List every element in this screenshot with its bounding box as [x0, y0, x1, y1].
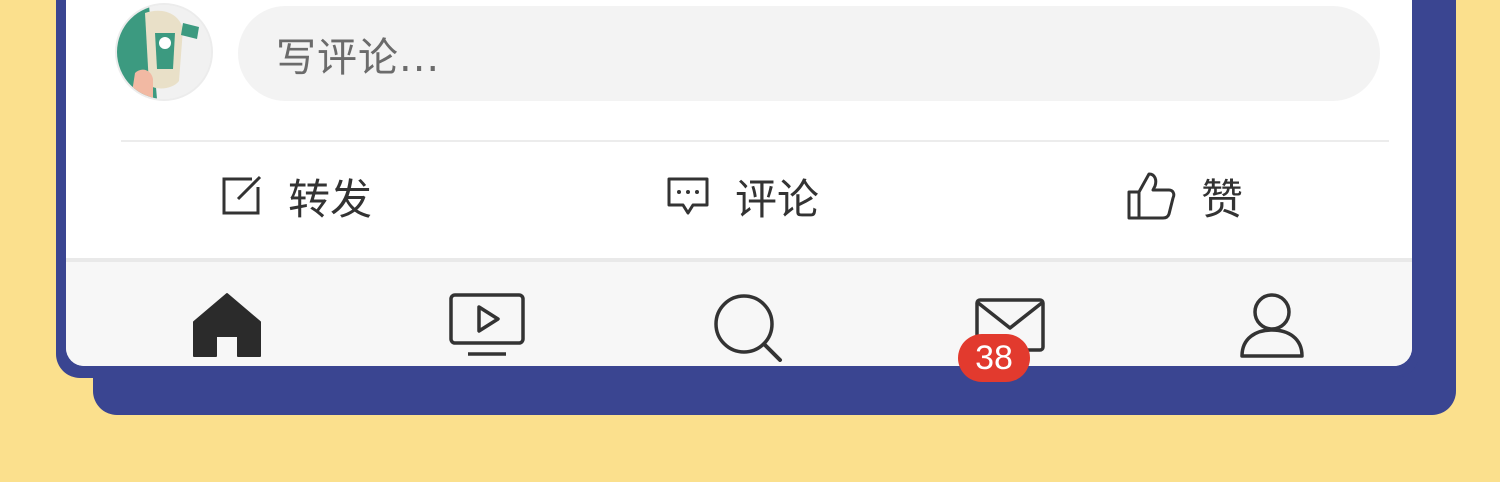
thumbs-up-icon	[1125, 170, 1177, 222]
tab-search[interactable]	[712, 292, 784, 366]
comment-input[interactable]: 写评论...	[238, 6, 1380, 101]
comment-label: 评论	[735, 174, 820, 224]
comment-placeholder: 写评论...	[276, 34, 441, 81]
phone-screen: 写评论... 转发 评论 赞	[66, 0, 1412, 366]
tab-home[interactable]	[192, 292, 262, 362]
tab-video[interactable]	[448, 292, 526, 362]
like-label: 赞	[1201, 174, 1244, 224]
comment-button[interactable]: 评论	[665, 164, 819, 228]
divider	[121, 140, 1389, 142]
avatar[interactable]	[117, 5, 211, 99]
video-icon	[449, 293, 525, 356]
home-icon	[193, 293, 261, 357]
tab-profile[interactable]	[1238, 292, 1306, 364]
mail-unread-badge: 38	[958, 334, 1030, 382]
share-icon	[218, 173, 264, 219]
avatar-image	[117, 5, 211, 99]
bottom-tab-bar	[66, 258, 1412, 366]
comment-icon	[665, 173, 711, 219]
like-button[interactable]: 赞	[1125, 164, 1243, 228]
profile-icon	[1240, 293, 1304, 358]
share-button[interactable]: 转发	[218, 164, 372, 228]
share-label: 转发	[288, 174, 373, 224]
search-icon	[714, 294, 782, 362]
